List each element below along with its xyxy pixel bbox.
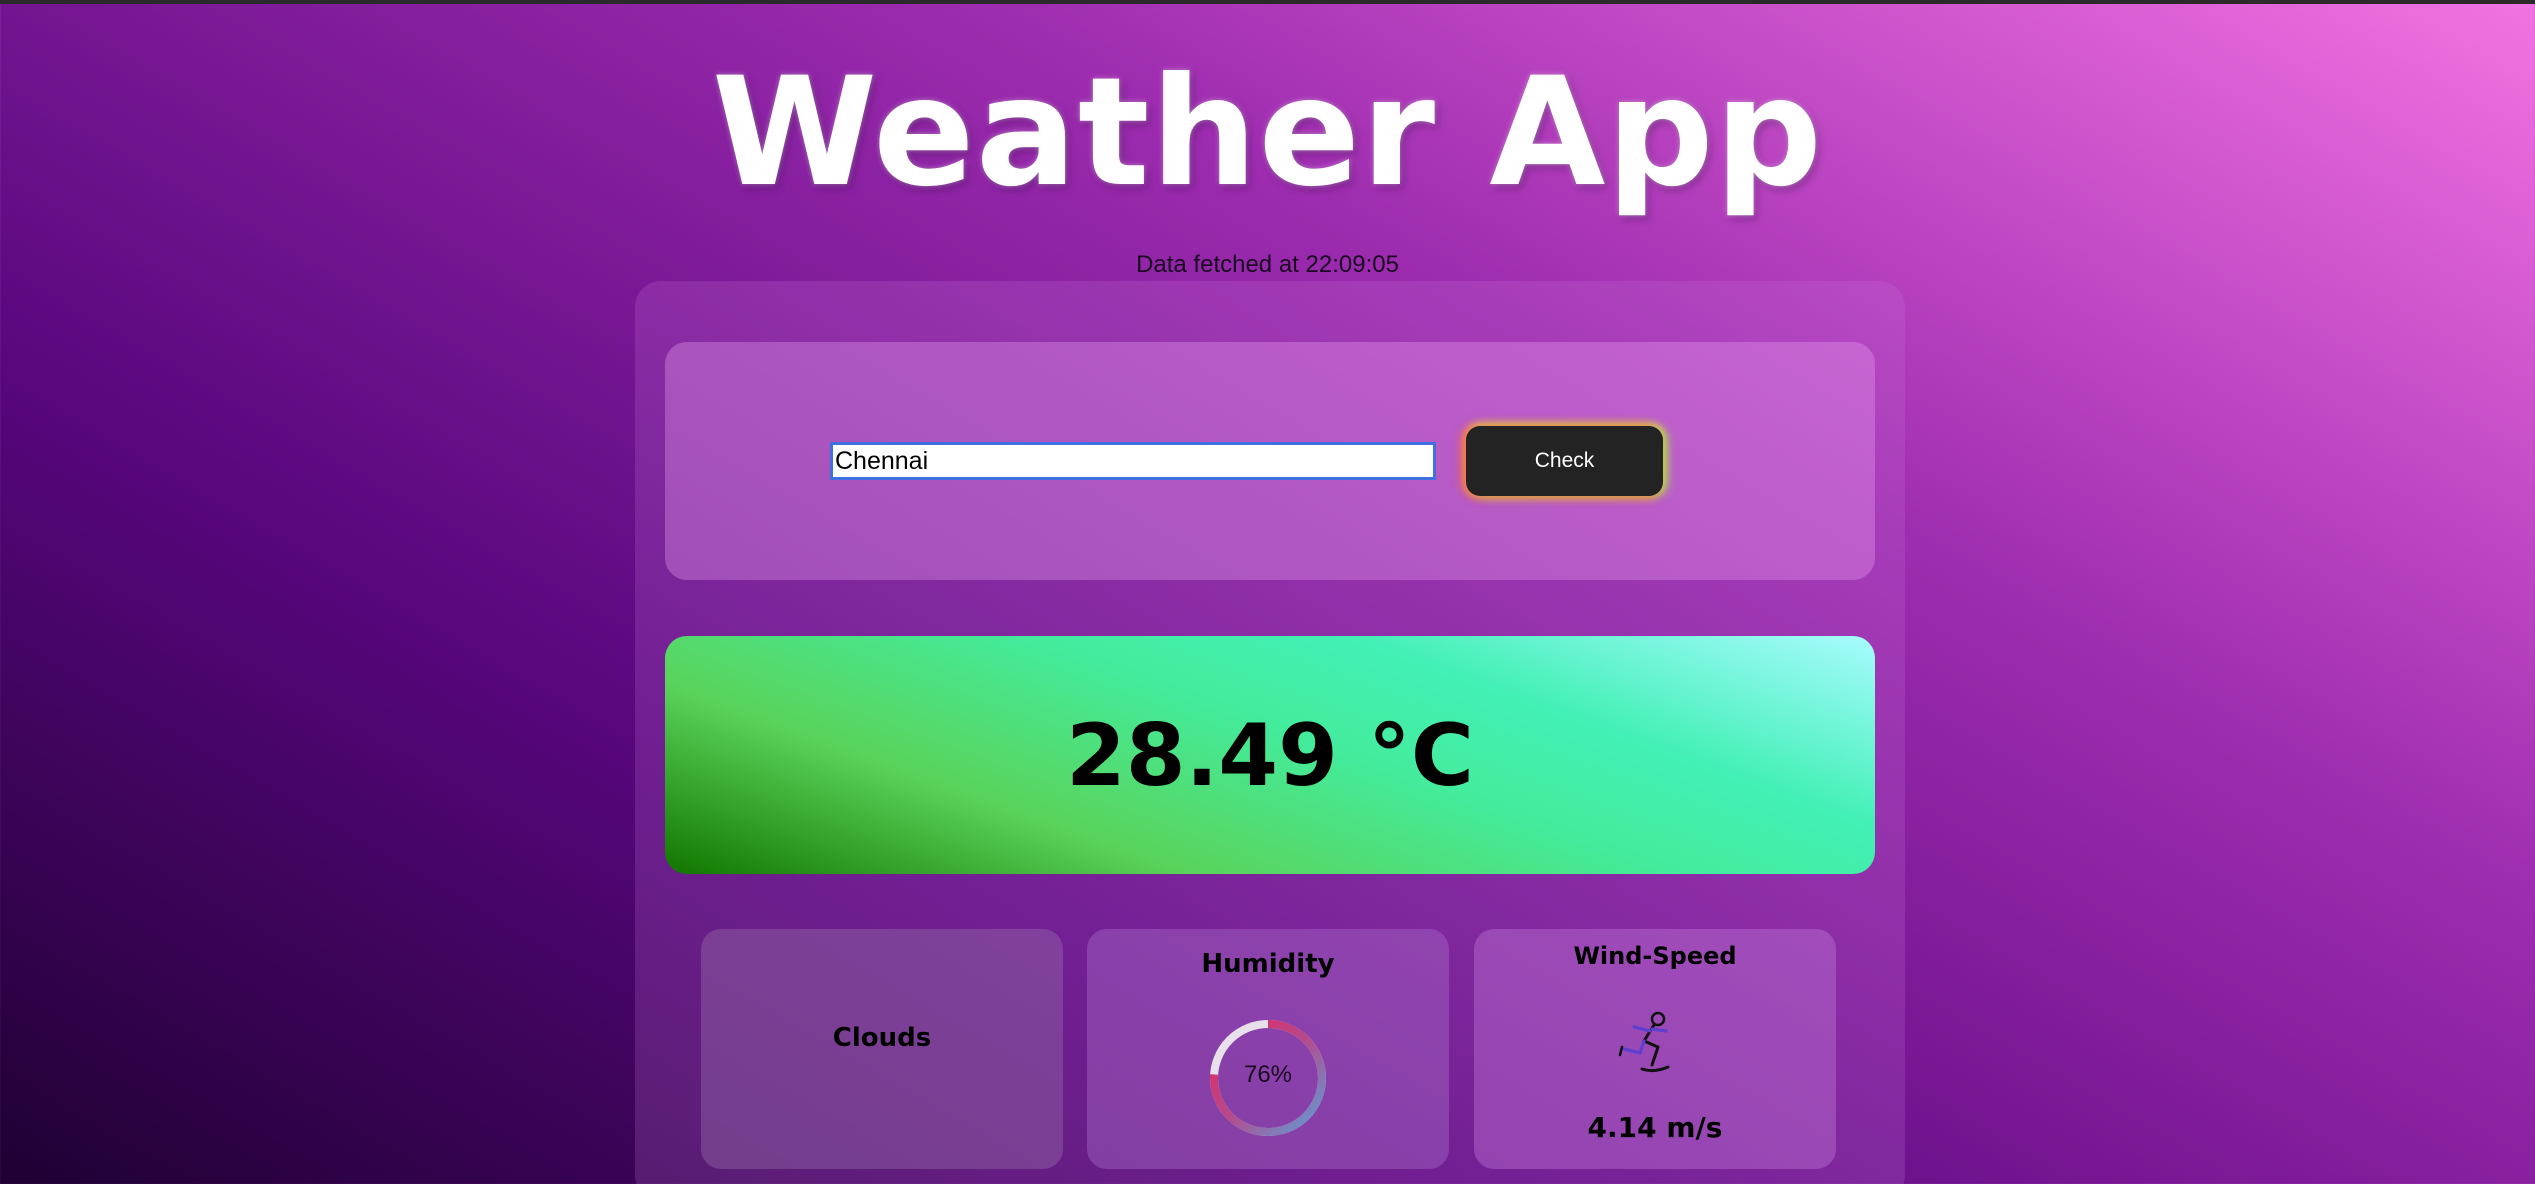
temperature-value: 28.49 °C: [1065, 706, 1475, 806]
humidity-card: Humidity 76%: [1087, 929, 1449, 1169]
app-title: Weather App: [711, 46, 1824, 220]
humidity-label: Humidity: [1201, 949, 1335, 979]
wind-speed-card: Wind-Speed 4.14 m/s: [1474, 929, 1836, 1169]
ice-skater-icon: [1618, 1011, 1670, 1073]
search-card: Check: [665, 342, 1875, 580]
clouds-card: Clouds: [701, 929, 1063, 1169]
wind-speed-label: Wind-Speed: [1573, 942, 1737, 970]
fetched-timestamp: Data fetched at 22:09:05: [1136, 251, 1399, 278]
wind-speed-value: 4.14 m/s: [1587, 1111, 1723, 1144]
clouds-label: Clouds: [832, 1023, 932, 1053]
temperature-card: 28.49 °C: [665, 636, 1875, 874]
window-top-border: [0, 0, 2535, 4]
city-input[interactable]: [830, 442, 1436, 480]
humidity-value: 76%: [1243, 1061, 1293, 1088]
check-button[interactable]: Check: [1466, 426, 1663, 496]
weather-panel: Check 28.49 °C Clouds Humidity 76% Wind-…: [635, 281, 1905, 1184]
